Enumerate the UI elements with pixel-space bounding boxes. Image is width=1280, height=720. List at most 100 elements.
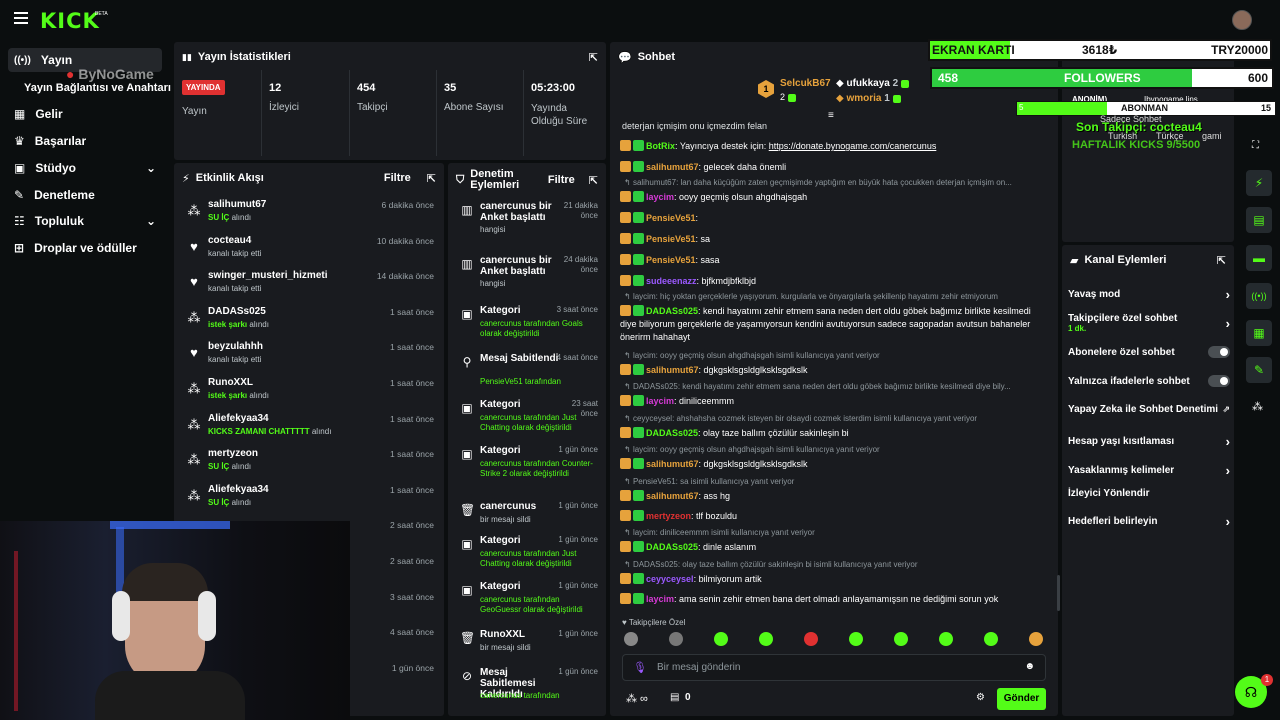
chat-message[interactable]: salihumut67: ass hg: [620, 490, 1048, 501]
list-item[interactable]: ♥ swinger_musteri_hizmeti kanalı takip ett…: [182, 268, 440, 302]
list-item[interactable]: ⁂ DADASs025 istek şarkı alındı 1 saat önce: [182, 304, 440, 338]
sidebar-item-studyo[interactable]: ▣ Stüdyo ⌄: [8, 156, 162, 180]
popout-icon[interactable]: ⇱: [589, 174, 598, 187]
chat-icon[interactable]: ▬: [1246, 245, 1272, 271]
menu-icon[interactable]: [14, 12, 28, 24]
chat-message[interactable]: sudeeenazz: bjfkmdjbfklbjd: [620, 275, 1048, 286]
gifter-3[interactable]: ◆ wmoria 1: [836, 93, 903, 104]
emote-icon[interactable]: [849, 632, 863, 646]
channel-action-item[interactable]: Yavaş mod ›: [1068, 287, 1230, 302]
chat-message[interactable]: mertyzeon: tlf bozuldu: [620, 510, 1048, 521]
reply-text: laycim: ooyy geçmiş olsun ahgdhajsgah is…: [632, 445, 880, 454]
emote-icon[interactable]: [669, 632, 683, 646]
filter-button[interactable]: Filtre: [548, 174, 575, 186]
chat-message[interactable]: ceyyceysel: bilmiyorum artik: [620, 573, 1048, 584]
sidebar-item-droplar[interactable]: ⊞ Droplar ve ödüller: [8, 236, 162, 260]
feed-user: RunoXXL: [208, 377, 253, 388]
chat-message[interactable]: PensieVe51: sa: [620, 233, 1048, 244]
chat-message[interactable]: laycim: ama senin zehir etmen bana dert …: [620, 593, 1048, 604]
chat-message[interactable]: laycim: diniliceemmm: [620, 395, 1048, 406]
community-icon[interactable]: ⁂: [1252, 400, 1263, 413]
list-item[interactable]: ⁂ mertyzeon SU İÇ alındı 1 saat önce: [182, 446, 440, 480]
chat-message[interactable]: salihumut67: dgkgsklsgsldglksklsgdkslk: [620, 458, 1048, 469]
emote-icon[interactable]: [1029, 632, 1043, 646]
document-icon[interactable]: ▤: [1246, 207, 1272, 233]
toggle-switch[interactable]: [1208, 346, 1230, 358]
bolt-icon[interactable]: ⚡: [1246, 170, 1272, 196]
sidebar-item-topluluk[interactable]: ☷ Topluluk ⌄: [8, 209, 162, 233]
emote-icon[interactable]: [759, 632, 773, 646]
chat-message[interactable]: PensieVe51: sasa: [620, 254, 1048, 265]
chat-message[interactable]: DADASs025: olay taze ballım çözülür saki…: [620, 427, 1048, 438]
expand-pinned-icon[interactable]: ≡: [828, 110, 834, 121]
popout-icon[interactable]: ⇱: [589, 51, 598, 64]
emote-icon[interactable]: [894, 632, 908, 646]
kicks-counter[interactable]: ▤ 0: [670, 692, 691, 703]
list-item[interactable]: ⁂ Aliefekyaa34 KICKS ZAMANI CHATTTTT alınd…: [182, 411, 440, 445]
gifter-2[interactable]: ◆ ufukkaya 2: [836, 78, 911, 89]
list-item[interactable]: ⁂ Aliefekyaa34 SU İÇ alındı 1 saat önce: [182, 482, 440, 516]
list-item[interactable]: ♥ cocteau4 kanalı takip etti 10 dakika önce: [182, 233, 440, 267]
layout-icon[interactable]: ▦: [1246, 320, 1272, 346]
channel-action-item[interactable]: Yalnızca ifadelerle sohbet: [1068, 375, 1230, 387]
sidebar-item-gelir[interactable]: ▦ Gelir: [8, 102, 162, 126]
chat-link[interactable]: https://donate.bynogame.com/canercunus: [769, 141, 937, 151]
rank-badge-icon: [620, 254, 631, 265]
moderation-row[interactable]: ▣ Kategori canercunus tarafından Just Chat…: [456, 399, 602, 443]
sidebar-item-basarilar[interactable]: ♛ Başarılar: [8, 129, 162, 153]
chat-settings-icon[interactable]: ⚙: [976, 692, 985, 703]
stats-header: ▮▮ Yayın İstatistikleri ⇱: [182, 51, 598, 64]
chat-message[interactable]: salihumut67: gelecek daha önemli: [620, 161, 1048, 172]
list-item[interactable]: ⁂ salihumut67 SU İÇ alındı 6 dakika önce: [182, 197, 440, 231]
emote-icon[interactable]: [984, 632, 998, 646]
channel-action-item[interactable]: Hesap yaşı kısıtlaması ›: [1068, 434, 1230, 449]
mod-time: 1 gün önce: [558, 445, 598, 454]
list-item[interactable]: ♥ beyzulahhh kanalı takip etti 1 saat önce: [182, 339, 440, 373]
kick-logo[interactable]: KICK: [40, 9, 100, 33]
moderation-row[interactable]: ▣ Kategori canercunus tarafından Just Chat…: [456, 535, 602, 579]
moderation-row[interactable]: ⊘ Mesaj Sabitlemesi Kaldırıldı canercunus …: [456, 667, 602, 711]
popout-icon[interactable]: ⇱: [1217, 254, 1226, 267]
sidebar-item-denetleme[interactable]: ✎ Denetleme: [8, 183, 162, 207]
moderation-row[interactable]: ▣ Kategori canercunus tarafından Counter-S…: [456, 445, 602, 489]
moderation-panel: ⛉ Denetim Eylemleri Filtre ⇱ ▥ canercunus …: [448, 163, 606, 716]
moderation-row[interactable]: ⚲ Mesaj Sabitlendi PensieVe51 tarafından 4 …: [456, 353, 602, 397]
emoji-icon[interactable]: ☻: [1024, 661, 1035, 672]
channel-action-item[interactable]: Hedefleri belirleyin ›: [1068, 514, 1230, 529]
filter-button[interactable]: Filtre: [384, 172, 411, 184]
channel-action-item[interactable]: Yasaklanmış kelimeler ›: [1068, 463, 1230, 478]
moderation-row[interactable]: ▥ canercunus bir Anket başlattı hangisi 24 …: [456, 255, 602, 299]
avatar[interactable]: [1232, 10, 1252, 30]
chat-message[interactable]: DADASs025: dinle aslanım: [620, 541, 1048, 552]
channel-action-item[interactable]: Yapay Zeka ile Sohbet Denetimi ⇗: [1068, 404, 1230, 415]
mic-icon[interactable]: 🎙: [633, 661, 647, 674]
channel-action-item[interactable]: İzleyici Yönlendir: [1068, 488, 1230, 499]
emote-icon[interactable]: [939, 632, 953, 646]
moderation-row[interactable]: ▣ Kategori canercunus tarafından Goals ola…: [456, 305, 602, 349]
fullscreen-icon[interactable]: ⛶: [1252, 140, 1259, 151]
chat-input[interactable]: 🎙 Bir mesaj gönderin ☻: [622, 654, 1046, 681]
chat-message[interactable]: BotRix: Yayıncıya destek için: https://d…: [620, 140, 1048, 151]
channel-action-item[interactable]: Takipçilere özel sohbet 1 dk. ›: [1068, 313, 1230, 333]
chat-message[interactable]: DADASs025: kendi hayatımı zehir etmem sa…: [620, 305, 1048, 344]
moderation-row[interactable]: ▥ canercunus bir Anket başlattı hangisi 21 …: [456, 201, 602, 245]
list-item[interactable]: ⁂ RunoXXL istek şarkı alındı 1 saat önce: [182, 375, 440, 409]
emote-icon[interactable]: [804, 632, 818, 646]
chat-message[interactable]: laycim: ooyy geçmiş olsun ahgdhajsgah: [620, 191, 1048, 202]
wrench-icon[interactable]: ✎: [1246, 357, 1272, 383]
chat-message[interactable]: salihumut67: dgkgsklsgsldglksklsgdkslk: [620, 364, 1048, 375]
emote-icon[interactable]: [624, 632, 638, 646]
chat-scrollbar[interactable]: [1057, 575, 1060, 611]
emote-icon[interactable]: [714, 632, 728, 646]
heart-icon: ♥: [190, 345, 198, 361]
moderation-row[interactable]: ▣ Kategori canercunus tarafından GeoGuessr…: [456, 581, 602, 625]
channel-action-item[interactable]: Abonelere özel sohbet: [1068, 346, 1230, 358]
feed-detail: kanalı takip etti: [208, 249, 261, 258]
kicks-icon[interactable]: ⁂ ∞: [626, 692, 648, 705]
send-button[interactable]: Gönder: [997, 688, 1046, 710]
broadcast-icon[interactable]: ((•)): [1246, 283, 1272, 309]
chat-message[interactable]: PensieVe51:: [620, 212, 1048, 223]
toggle-switch[interactable]: [1208, 375, 1230, 387]
popout-icon[interactable]: ⇱: [427, 172, 436, 185]
top-gifter-name[interactable]: SelcukB67: [780, 78, 831, 89]
